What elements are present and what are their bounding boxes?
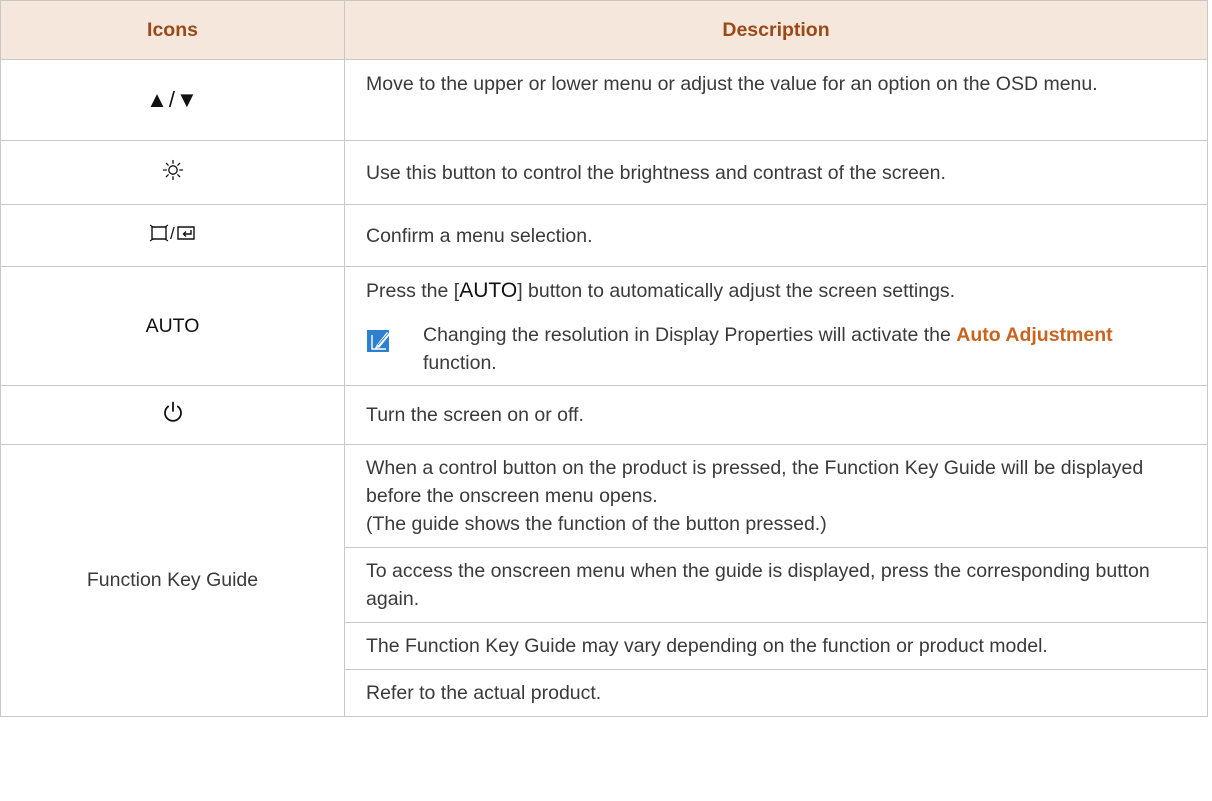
description-text: Confirm a menu selection. [366,224,593,247]
function-table: Icons Description ▲/▼ Move to the upper … [0,0,1208,717]
note-text: Changing the resolution in Display Prope… [423,321,1185,377]
header-icons: Icons [0,0,345,60]
note-post: function. [423,352,497,374]
note-pre: Changing the resolution in Display Prope… [423,324,957,346]
description-cell: When a control button on the product is … [344,444,1208,717]
description-text: Press the [AUTO] button to automatically… [366,267,1185,305]
auto-adjustment-highlight: Auto Adjustment [956,324,1113,346]
description-cell: Move to the upper or lower menu or adjus… [344,59,1208,141]
table-row: / Confirm a menu selection. [0,204,1208,267]
table-header-row: Icons Description [0,0,1208,60]
table-row: Use this button to control the brightnes… [0,140,1208,205]
icon-cell: ▲/▼ [0,59,345,141]
icon-cell: Function Key Guide [0,444,345,717]
icon-cell: / [0,204,345,267]
description-text: Turn the screen on or off. [366,404,584,426]
note: Changing the resolution in Display Prope… [366,321,1185,377]
icon-cell [0,385,345,445]
description-pre: Press the [ [366,280,460,302]
description-cell: Press the [AUTO] button to automatically… [344,266,1208,386]
svg-text:/: / [170,224,175,243]
paragraph-line: When a control button on the product is … [366,457,1144,507]
description-paragraph: Refer to the actual product. [366,682,602,704]
icon-cell: AUTO [0,266,345,386]
table-row: ▲/▼ Move to the upper or lower menu or a… [0,59,1208,141]
brightness-icon [162,159,183,180]
description-cell: Confirm a menu selection. [344,204,1208,267]
description-paragraph: The Function Key Guide may vary dependin… [345,623,1207,670]
table-row: Function Key Guide When a control button… [0,444,1208,717]
table-row: AUTO Press the [AUTO] button to automati… [0,266,1208,386]
up-down-arrows-icon: ▲/▼ [146,87,199,112]
function-key-guide-label: Function Key Guide [86,569,259,591]
auto-button-ref: AUTO [459,279,518,302]
table-row: Turn the screen on or off. [0,385,1208,445]
icon-cell [0,140,345,205]
description-cell: Use this button to control the brightnes… [344,140,1208,205]
paragraph-line: (The guide shows the function of the but… [366,513,827,535]
description-paragraph: To access the onscreen menu when the gui… [345,548,1207,623]
description-paragraph: When a control button on the product is … [345,445,1207,548]
auto-button-label: AUTO [145,314,200,337]
description-cell: Turn the screen on or off. [344,385,1208,445]
description-text: Move to the upper or lower menu or adjus… [366,73,1098,95]
description-post: ] button to automatically adjust the scr… [517,280,956,302]
menu-enter-icon: / [149,224,195,243]
description-text: Use this button to control the brightnes… [366,161,946,184]
power-icon [163,401,182,422]
note-pencil-icon [367,330,390,352]
header-description: Description [344,0,1208,60]
